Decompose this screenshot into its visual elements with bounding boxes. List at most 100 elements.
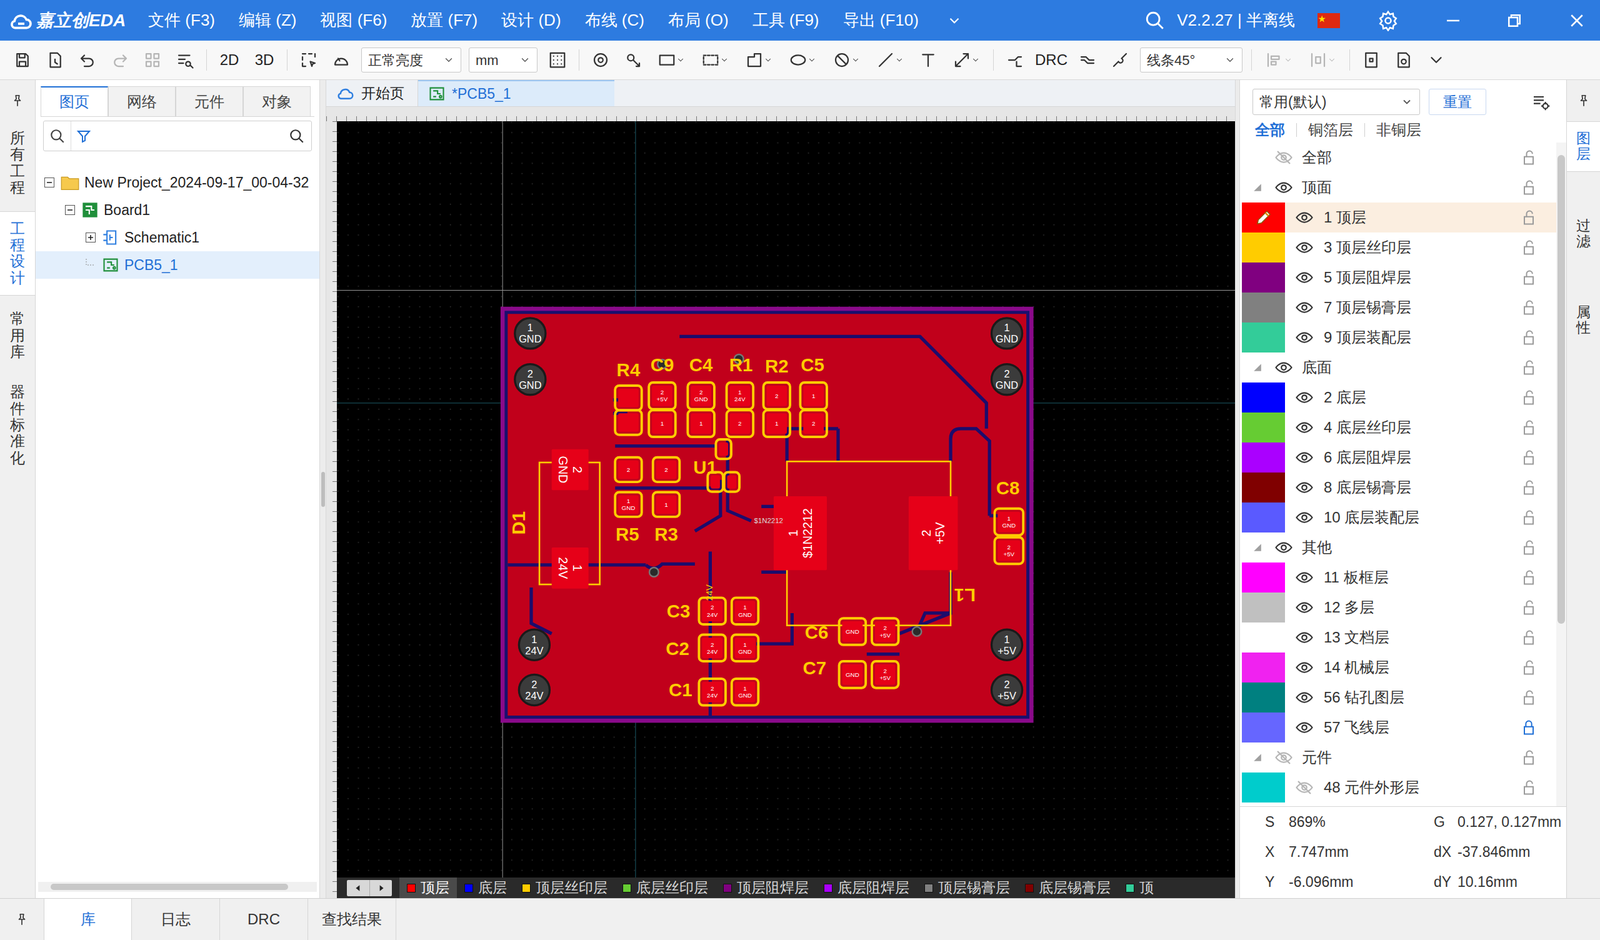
layer-color-swatch[interactable] [1241,442,1285,473]
side-tab[interactable]: 工程设计 [0,211,35,297]
pad[interactable] [735,600,756,622]
unlock-icon[interactable] [1520,208,1538,227]
pad[interactable] [656,495,677,514]
mounting-hole[interactable] [518,629,550,660]
layer-row[interactable]: 8 底层锡膏层 [1241,472,1557,503]
close-icon[interactable] [1567,11,1587,30]
pad[interactable] [618,413,639,432]
unlock-icon[interactable] [1520,538,1538,557]
collapse-triangle-icon[interactable] [1253,363,1262,372]
layer-row[interactable]: 7 顶层锡膏层 [1241,292,1557,323]
layer-preset-dropdown[interactable]: 常用(默认) [1252,88,1420,115]
pad[interactable] [690,413,712,434]
eye-off-icon[interactable] [1295,778,1314,797]
collapse-triangle-icon[interactable] [1253,753,1262,762]
layer-tab[interactable]: 底层锡膏层 [1017,877,1119,899]
tree-item[interactable]: Board1 [35,196,320,224]
toolbar-button[interactable] [71,46,104,74]
layer-row[interactable]: 5 顶层阻焊层 [1241,262,1557,293]
collapse-toggle-icon[interactable] [63,203,77,217]
tree-item[interactable]: PCB5_1 [35,251,320,279]
china-flag-icon[interactable] [1317,13,1340,29]
pad[interactable] [551,449,589,491]
menu-item[interactable]: 放置 (F7) [410,8,478,33]
toolbar-button[interactable] [693,46,737,74]
toolbar-button[interactable] [38,46,72,74]
mounting-hole[interactable] [518,674,550,705]
toolbar-button[interactable] [944,46,989,74]
document-tab[interactable]: *PCB5_1 [418,80,615,107]
pad[interactable] [618,495,639,514]
toolbar-button[interactable] [649,46,694,74]
toolbar-text-button[interactable]: 2D [211,46,247,74]
tree-item[interactable]: New Project_2024-09-17_00-04-32 [35,168,320,197]
eye-icon[interactable] [1295,598,1314,617]
toolbar-button[interactable] [1420,46,1453,74]
layer-tab[interactable]: 顶 [1118,877,1162,899]
layer-row[interactable]: 12 多层 [1241,592,1557,623]
toolbar-dropdown[interactable]: 线条45° [1140,47,1243,73]
layer-tab[interactable]: 底层 [456,877,515,899]
restore-icon[interactable] [1505,11,1524,30]
pad[interactable] [551,547,589,589]
side-tab[interactable]: 器件标准化 [0,375,35,475]
unlock-icon[interactable] [1520,178,1538,197]
layer-color-swatch[interactable] [1241,412,1285,443]
layer-tab[interactable]: 顶层锡膏层 [916,877,1018,899]
pad[interactable] [766,413,787,434]
logo[interactable]: 嘉立创EDA [8,7,126,34]
pad[interactable] [729,385,750,407]
eye-icon[interactable] [1295,268,1314,287]
layer-color-swatch[interactable] [1241,682,1285,713]
layer-group-row[interactable]: 全部 [1241,142,1557,173]
mounting-hole[interactable] [515,364,546,395]
panel-tab[interactable]: 网络 [108,86,176,117]
settings-gear-icon[interactable] [1377,10,1399,32]
eye-icon[interactable] [1295,628,1314,647]
toolbar-button[interactable] [998,46,1032,74]
pad[interactable] [618,388,639,408]
unlock-icon[interactable] [1520,418,1538,437]
menu-item[interactable]: 工具 (F9) [752,8,820,33]
component-designator[interactable]: C3 [666,600,691,622]
pad[interactable] [842,621,864,642]
toolbar-button[interactable] [136,46,169,74]
pad[interactable] [718,442,729,456]
toolbar-button[interactable] [911,46,945,74]
pad[interactable] [842,664,864,685]
bottom-tab[interactable]: DRC [220,898,309,940]
pad[interactable] [656,460,677,480]
pcb-drawing[interactable]: R42+5V1C92GND1C4124V2R121R212C5U121GNDR5… [336,121,1235,878]
unlock-icon[interactable] [1520,748,1538,767]
layer-group-row[interactable]: 顶面 [1241,172,1557,203]
toolbar-button[interactable] [168,46,202,74]
toolbar-button[interactable] [1355,46,1388,74]
search-input[interactable] [96,121,289,151]
unlock-icon[interactable] [1520,778,1538,797]
layer-color-swatch[interactable] [1241,622,1285,653]
layer-color-swatch[interactable] [1241,322,1285,353]
pad[interactable] [997,540,1020,562]
layer-tab[interactable]: 顶层丝印层 [514,877,615,899]
search-icon[interactable] [288,128,305,145]
layer-row[interactable]: 56 钻孔图层 [1241,682,1557,713]
layer-color-swatch[interactable] [1241,382,1285,413]
horizontal-scrollbar[interactable] [38,881,317,892]
pad[interactable] [690,385,712,407]
layer-color-swatch[interactable] [1241,502,1285,533]
layer-row[interactable]: 4 底层丝印层 [1241,412,1557,443]
toolbar-button[interactable] [1300,46,1345,74]
collapse-triangle-icon[interactable] [1253,543,1262,552]
layer-filter-tab[interactable]: 非铜层 [1376,118,1422,142]
eye-icon[interactable] [1274,538,1294,557]
mounting-hole[interactable] [991,318,1022,349]
pad[interactable] [803,385,824,407]
toolbar-button[interactable] [616,46,650,74]
menu-item[interactable]: 设计 (D) [501,8,561,33]
layer-row[interactable]: 11 板框层 [1241,562,1557,593]
layer-tab[interactable]: 底层丝印层 [615,877,716,899]
eye-icon[interactable] [1295,448,1314,467]
menu-item[interactable]: 视图 (F6) [320,8,387,33]
side-tab[interactable]: 属性 [1566,295,1600,345]
menu-item[interactable]: 编辑 (Z) [238,8,297,33]
